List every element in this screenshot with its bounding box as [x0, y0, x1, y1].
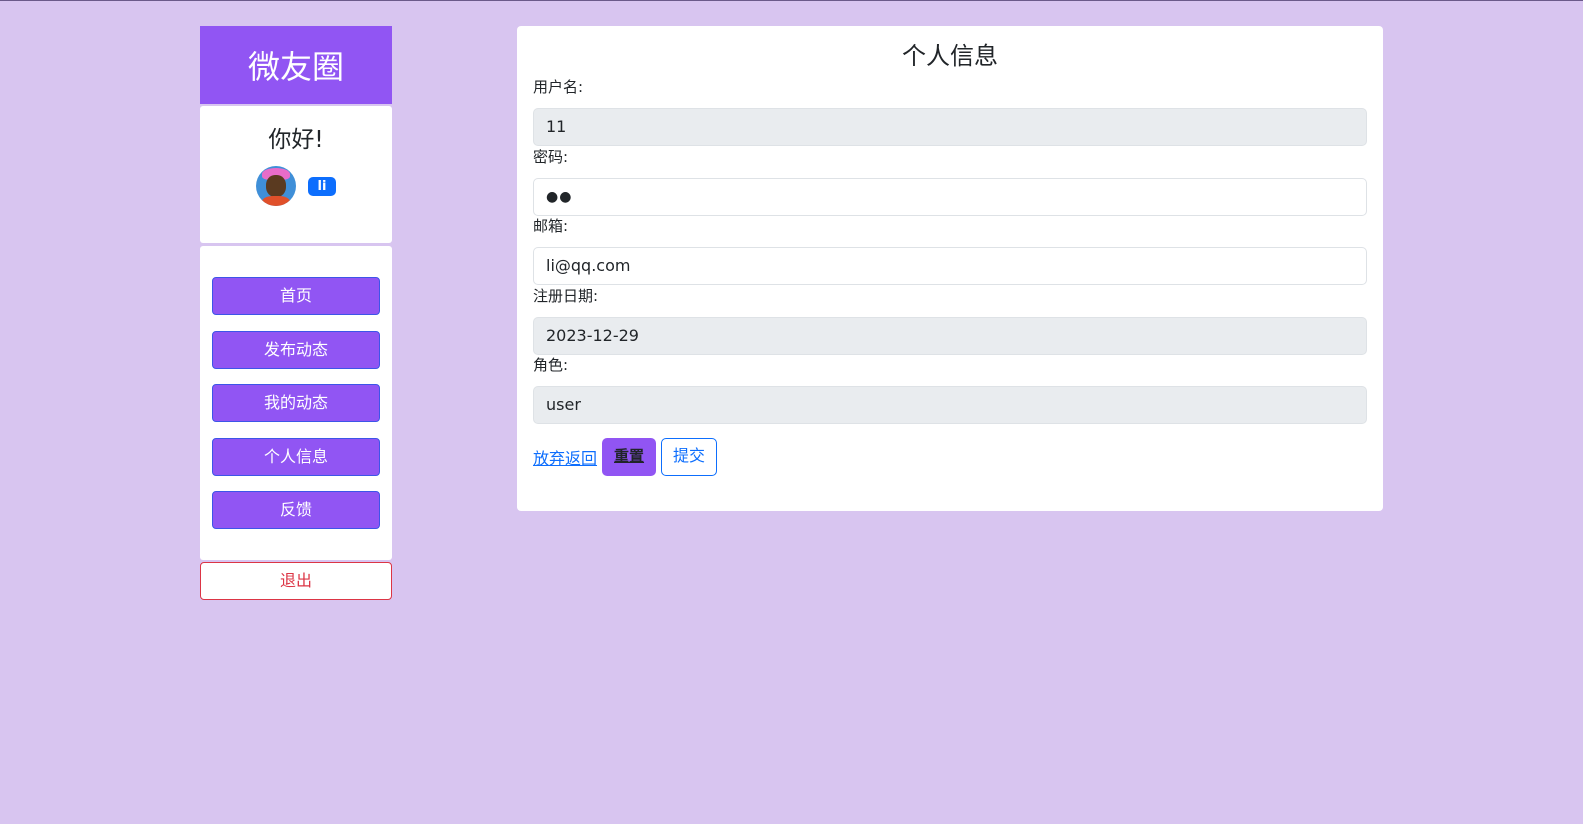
greeting-text: 你好! — [268, 127, 324, 153]
avatar-face — [265, 175, 286, 197]
reset-button[interactable]: 重置 — [602, 437, 657, 476]
brand-logo: 微友圈 — [200, 26, 392, 104]
nav-menu: 首页 发布动态 我的动态 个人信息 反馈 — [200, 246, 392, 560]
page-title: 个人信息 — [902, 42, 998, 70]
logout-button[interactable]: 退出 — [200, 562, 392, 600]
password-group: 密码: ●● — [533, 146, 1367, 216]
regdate-field: 2023-12-29 — [533, 316, 1367, 355]
form-actions: 放弃返回 重置 提交 — [533, 437, 1367, 476]
password-label: 密码: — [533, 147, 569, 166]
nav-post-button[interactable]: 发布动态 — [212, 330, 380, 369]
sidebar: 微友圈 你好! li 首页 发布动态 我的动态 个人信息 反馈 退出 — [200, 26, 392, 600]
email-group: 邮箱: li@qq.com — [533, 215, 1367, 285]
back-link[interactable]: 放弃返回 — [533, 445, 597, 469]
username-label: 用户名: — [533, 78, 584, 96]
avatar[interactable] — [255, 166, 296, 206]
username-field: 11 — [533, 108, 1367, 146]
nav-my-posts-button[interactable]: 我的动态 — [212, 384, 380, 422]
role-field: user — [533, 386, 1367, 424]
nav-feedback-button[interactable]: 反馈 — [212, 491, 380, 529]
avatar-shirt — [261, 196, 290, 206]
regdate-group: 注册日期: 2023-12-29 — [533, 285, 1367, 355]
regdate-label: 注册日期: — [533, 286, 599, 305]
profile-card: 个人信息 用户名: 11 密码: ●● 邮箱: li@qq.com 注册日期: … — [517, 26, 1383, 511]
password-field[interactable]: ●● — [533, 177, 1367, 216]
email-field[interactable]: li@qq.com — [533, 247, 1367, 285]
username-badge: li — [307, 176, 337, 196]
submit-button[interactable]: 提交 — [661, 437, 718, 476]
greeting-card: 你好! li — [200, 106, 392, 243]
email-label: 邮箱: — [533, 217, 569, 235]
user-row: li — [200, 166, 392, 206]
role-group: 角色: user — [533, 354, 1367, 424]
role-label: 角色: — [533, 356, 569, 374]
username-group: 用户名: 11 — [533, 76, 1367, 146]
nav-home-button[interactable]: 首页 — [212, 277, 380, 315]
nav-profile-button[interactable]: 个人信息 — [212, 437, 380, 476]
